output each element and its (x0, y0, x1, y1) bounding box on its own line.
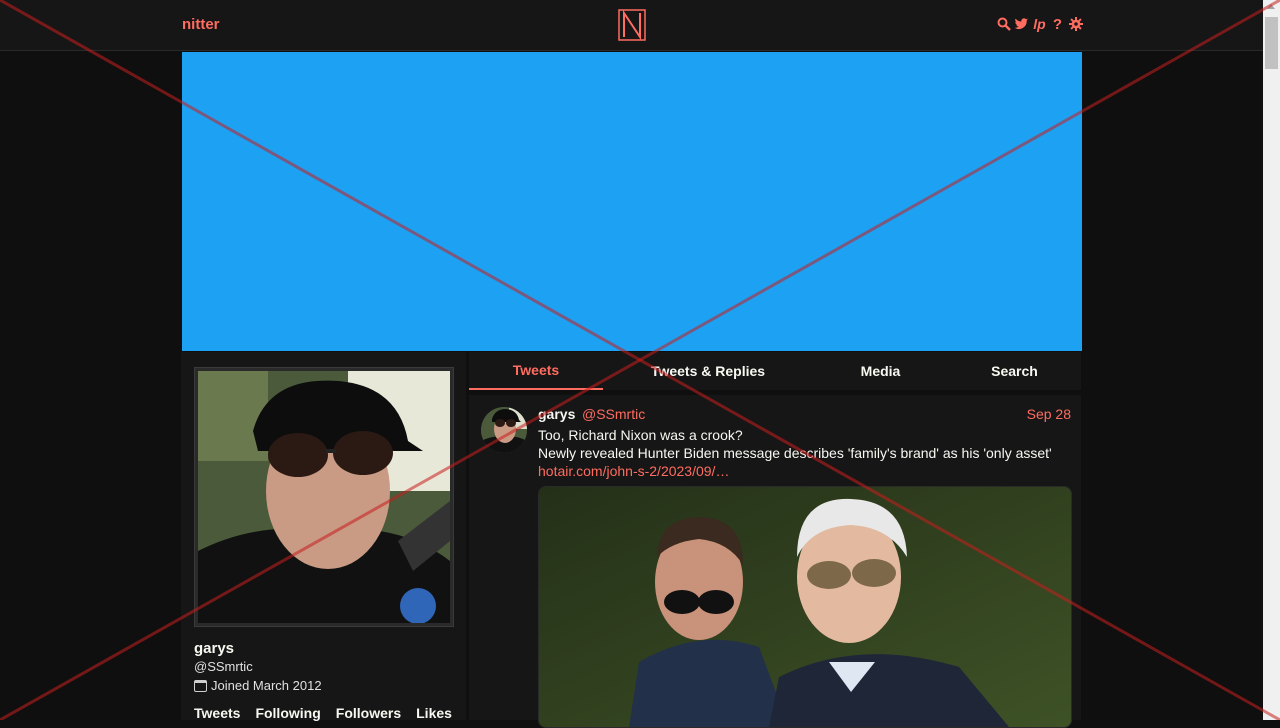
brand-link[interactable]: nitter (182, 16, 220, 33)
calendar-icon (194, 679, 207, 692)
stat-likes[interactable]: Likes (416, 705, 452, 721)
joined-text: Joined March 2012 (211, 678, 322, 693)
profile-stats: Tweets Following Followers Likes (194, 705, 452, 721)
tweet-link[interactable]: hotair.com/john-s-2/2023/09/… (538, 463, 729, 479)
tweet-text-line-1: Too, Richard Nixon was a crook? (538, 427, 743, 443)
tab-search[interactable]: Search (948, 352, 1081, 390)
navbar: nitter lp ? (0, 0, 1263, 51)
nav-icons: lp ? (996, 15, 1083, 33)
timeline-tabs: Tweets Tweets & Replies Media Search (469, 352, 1081, 390)
profile-banner[interactable] (181, 51, 1083, 352)
stat-followers[interactable]: Followers (336, 705, 401, 721)
profile-avatar[interactable] (194, 367, 454, 627)
stat-tweets[interactable]: Tweets (194, 705, 240, 721)
profile-joined: Joined March 2012 (194, 678, 322, 693)
tweet-fullname[interactable]: garys (538, 406, 575, 422)
tweet-handle[interactable]: @SSmrtic (582, 406, 645, 422)
scroll-up-arrow-icon[interactable] (1267, 4, 1275, 9)
twitter-bird-icon[interactable] (1014, 15, 1029, 33)
tweet-text-line-2: Newly revealed Hunter Biden message desc… (538, 445, 1052, 461)
profile-username[interactable]: @SSmrtic (194, 659, 253, 674)
gear-icon[interactable] (1068, 15, 1083, 33)
timeline: garys @SSmrtic Sep 28 Too, Richard Nixon… (469, 395, 1081, 728)
tweet-date[interactable]: Sep 28 (1027, 406, 1071, 422)
profile-fullname[interactable]: garys (194, 640, 234, 657)
stat-following[interactable]: Following (255, 705, 320, 721)
rss-icon[interactable]: lp (1032, 15, 1047, 33)
tab-tweets-replies[interactable]: Tweets & Replies (603, 352, 813, 390)
help-icon[interactable]: ? (1050, 15, 1065, 33)
scrollbar[interactable] (1263, 0, 1280, 720)
tweet-avatar[interactable] (481, 407, 527, 453)
tweet-media-image[interactable] (538, 486, 1072, 728)
profile-photo (198, 371, 450, 623)
search-icon[interactable] (996, 15, 1011, 33)
nitter-logo-icon[interactable] (617, 8, 647, 42)
scroll-thumb[interactable] (1265, 17, 1278, 69)
tab-media[interactable]: Media (813, 352, 948, 390)
profile-card: garys @SSmrtic Joined March 2012 Tweets … (181, 352, 466, 721)
tab-tweets[interactable]: Tweets (469, 352, 603, 390)
